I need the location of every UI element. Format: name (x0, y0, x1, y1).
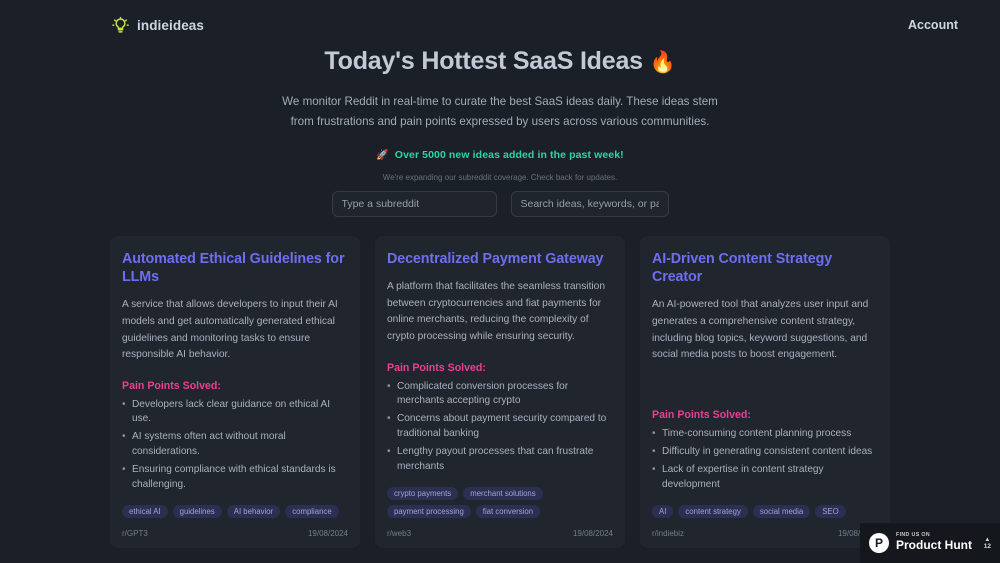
card-footer: r/GPT3 19/08/2024 (122, 529, 348, 538)
tag[interactable]: guidelines (172, 505, 222, 519)
tag[interactable]: crypto payments (387, 487, 459, 501)
pain-point-item: Difficulty in generating consistent cont… (652, 445, 878, 460)
hero-subtitle-line2: from frustrations and pain points expres… (290, 114, 710, 128)
hero-subtitle-line1: We monitor Reddit in real-time to curate… (282, 95, 718, 108)
coverage-note: We're expanding our subreddit coverage. … (382, 172, 618, 182)
product-hunt-upvote[interactable]: ▲ 12 (984, 537, 991, 550)
pain-point-item: Lengthy payout processes that can frustr… (387, 445, 613, 475)
idea-description: A service that allows developers to inpu… (122, 299, 338, 361)
hero-subtitle: We monitor Reddit in real-time to curate… (0, 92, 1000, 132)
product-hunt-name: Product Hunt (896, 538, 972, 553)
pain-point-item: Developers lack clear guidance on ethica… (122, 398, 348, 428)
fire-icon: 🔥 (649, 51, 676, 74)
tag[interactable]: content strategy (678, 505, 748, 519)
rocket-icon: 🚀 (376, 149, 389, 161)
tag[interactable]: payment processing (387, 505, 471, 519)
pain-points-heading: Pain Points Solved: (122, 379, 221, 392)
product-hunt-badge[interactable]: P FIND US ON Product Hunt ▲ 12 (860, 523, 1000, 563)
page-title: Today's Hottest SaaS Ideas 🔥 (0, 47, 1000, 76)
idea-title: AI-Driven Content Strategy Creator (652, 250, 833, 286)
subreddit-label[interactable]: r/indiebiz (652, 529, 684, 538)
date-label: 19/08/2024 (307, 529, 348, 539)
caret-up-icon: ▲ (984, 536, 991, 543)
pain-points-list: Developers lack clear guidance on ethica… (122, 398, 348, 497)
subreddit-label[interactable]: r/GPT3 (122, 529, 148, 538)
tag[interactable]: compliance (285, 505, 339, 519)
idea-description: A platform that facilitates the seamless… (387, 281, 606, 342)
pain-point-item: Time-consuming content planning process (652, 427, 878, 442)
account-link[interactable]: Account (908, 18, 958, 32)
app-root: indieideas Account Today's Hottest SaaS … (0, 0, 1000, 563)
idea-title: Automated Ethical Guidelines for LLMs (122, 250, 345, 286)
idea-card[interactable]: Decentralized Payment Gateway A platform… (375, 235, 625, 549)
news-banner: 🚀 Over 5000 new ideas added in the past … (0, 149, 1000, 161)
pain-point-item: AI systems often act without moral consi… (122, 430, 348, 460)
tag[interactable]: AI (652, 505, 674, 519)
pain-point-item: Ensuring compliance with ethical standar… (122, 463, 348, 493)
pain-point-item: Complicated conversion processes for mer… (387, 380, 613, 410)
tag[interactable]: social media (752, 505, 811, 519)
date-label: 19/08/2024 (572, 529, 613, 539)
product-hunt-icon: P (869, 533, 889, 553)
brand-logo[interactable]: indieideas (112, 16, 205, 34)
search-input[interactable] (510, 190, 669, 217)
pain-point-item: Concerns about payment security compared… (387, 412, 613, 442)
subreddit-label[interactable]: r/web3 (387, 529, 411, 538)
pain-point-item: Lack of expertise in content strategy de… (652, 463, 878, 493)
card-footer: r/web3 19/08/2024 (387, 529, 613, 538)
idea-card[interactable]: AI-Driven Content Strategy Creator An AI… (640, 235, 890, 549)
pain-points-list: Complicated conversion processes for mer… (387, 380, 613, 479)
brand-name: indieideas (137, 17, 205, 33)
pain-points-list: Time-consuming content planning process … (652, 427, 878, 496)
tag[interactable]: ethical AI (122, 505, 168, 519)
tag[interactable]: merchant solutions (463, 487, 543, 501)
tag[interactable]: SEO (815, 505, 846, 519)
tag[interactable]: fiat conversion (475, 505, 541, 519)
upvote-count: 12 (983, 542, 991, 550)
card-footer: r/indiebiz 19/08/2024 (652, 529, 878, 538)
idea-title: Decentralized Payment Gateway (387, 250, 604, 267)
tag[interactable]: AI behavior (226, 505, 281, 519)
lightbulb-icon (112, 16, 129, 34)
idea-card[interactable]: Automated Ethical Guidelines for LLMs A … (110, 235, 360, 549)
search-row (0, 190, 1000, 217)
tag-list: crypto payments merchant solutions payme… (387, 487, 613, 519)
tag-list: AI content strategy social media SEO (652, 505, 878, 519)
product-hunt-text: FIND US ON Product Hunt (896, 532, 972, 553)
idea-description: An AI-powered tool that analyzes user in… (652, 299, 869, 361)
top-navigation-bar: indieideas Account (0, 0, 1000, 40)
pain-points-heading: Pain Points Solved: (652, 409, 751, 422)
hero-section: Today's Hottest SaaS Ideas 🔥 We monitor … (0, 47, 1000, 132)
tag-list: ethical AI guidelines AI behavior compli… (122, 505, 348, 519)
news-banner-text: Over 5000 new ideas added in the past we… (394, 148, 624, 161)
page-title-text: Today's Hottest SaaS Ideas (324, 47, 643, 75)
subreddit-input[interactable] (331, 190, 497, 217)
pain-points-heading: Pain Points Solved: (387, 361, 486, 374)
idea-card-grid: Automated Ethical Guidelines for LLMs A … (110, 235, 890, 549)
